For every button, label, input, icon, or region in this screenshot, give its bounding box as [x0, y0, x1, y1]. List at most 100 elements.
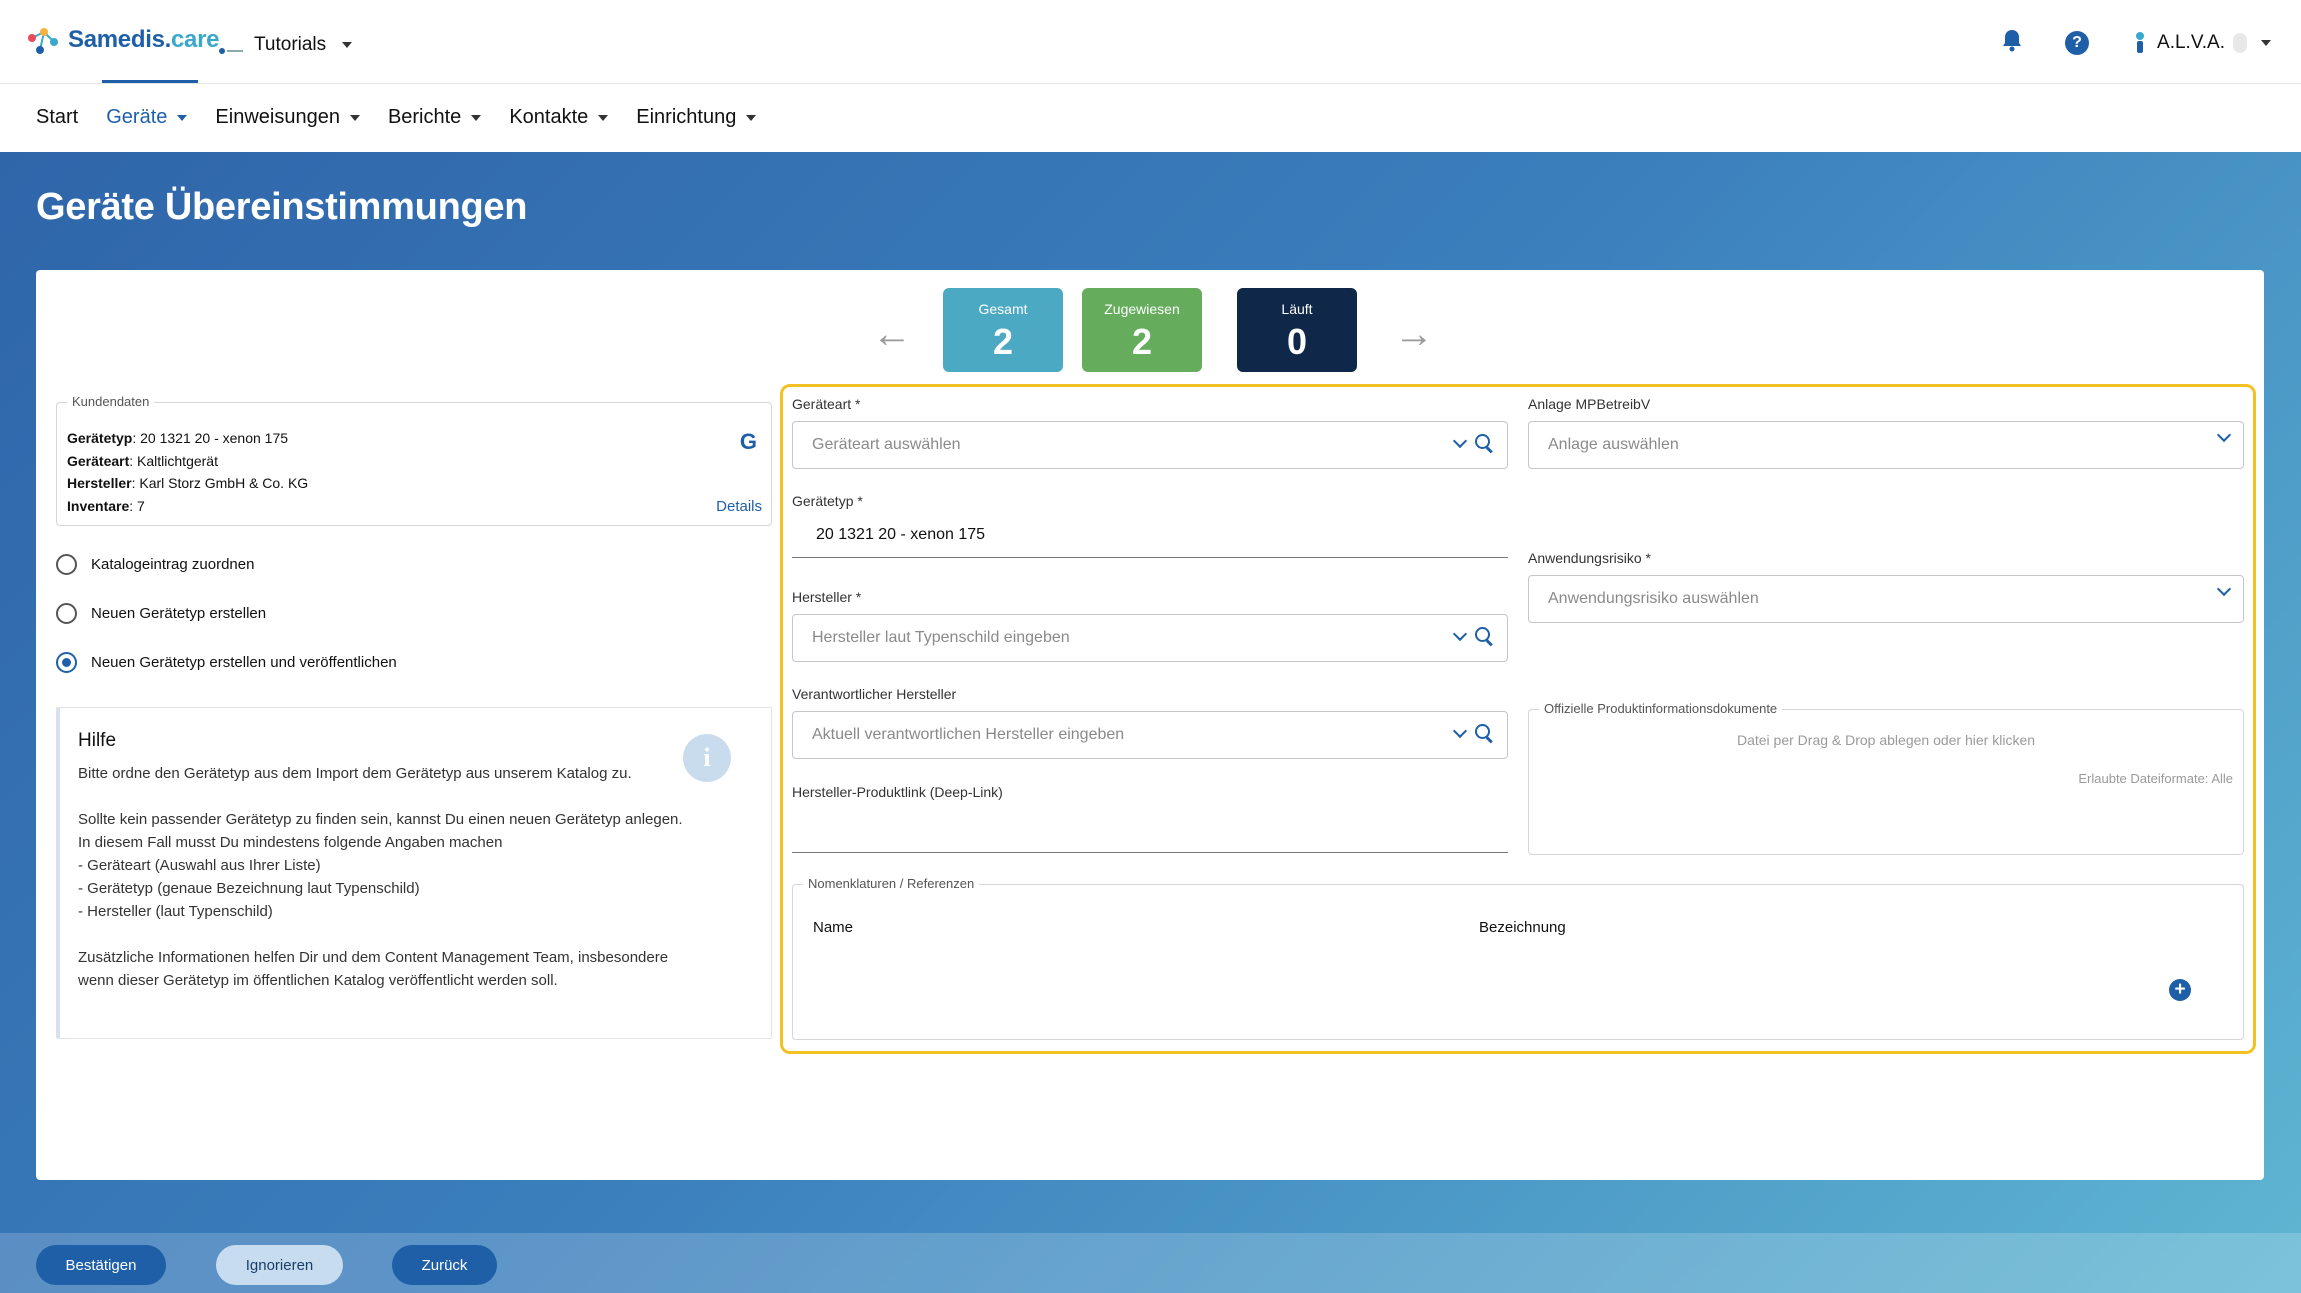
option-create-type[interactable]: Neuen Gerätetyp erstellen	[56, 603, 266, 624]
notifications-bell-icon[interactable]	[2001, 28, 2023, 57]
option-assign-catalog[interactable]: Katalogeintrag zuordnen	[56, 554, 254, 575]
stat-value: 2	[992, 321, 1014, 362]
option-label: Katalogeintrag zuordnen	[91, 556, 255, 573]
customer-data-box: Kundendaten Gerätetyp: 20 1321 20 - xeno…	[56, 394, 772, 526]
main-card: ← Gesamt 2 Zugewiesen 2 Läuft 0 → Kunden…	[36, 270, 2264, 1180]
action-bar: Bestätigen Ignorieren Zurück	[0, 1233, 2301, 1293]
help-title: Hilfe	[78, 730, 117, 751]
customer-manufacturer: Hersteller: Karl Storz GmbH & Co. KG	[67, 472, 308, 495]
chevron-down-icon	[2261, 39, 2271, 46]
help-question-icon[interactable]: ?	[2065, 30, 2090, 55]
active-underline	[102, 80, 198, 83]
column-header-name: Name	[813, 919, 854, 936]
page-title: Geräte Übereinstimmungen	[36, 186, 528, 228]
device-type-form: Geräteart * Geräteart auswählen Gerätety…	[780, 384, 2256, 1054]
user-name: A.L.V.A.	[2157, 31, 2225, 53]
annex-label: Anlage MPBetreibV	[1528, 396, 1651, 412]
field-value: : Kaltlichtgerät	[129, 452, 218, 469]
option-create-publish[interactable]: Neuen Gerätetyp erstellen und veröffentl…	[56, 652, 397, 673]
samedis-logo[interactable]: Samedis.care	[26, 24, 219, 56]
nav-einweisungen[interactable]: Einweisungen	[215, 106, 360, 129]
field-key: Inventare	[67, 497, 130, 514]
risk-select[interactable]: Anwendungsrisiko auswählen	[1528, 575, 2244, 623]
radio-button[interactable]	[56, 554, 77, 575]
dropzone-hint: Datei per Drag & Drop ablegen oder hier …	[1736, 732, 2036, 748]
back-button[interactable]: Zurück	[392, 1245, 497, 1285]
chevron-down-icon[interactable]	[1452, 433, 1468, 449]
ignore-button[interactable]: Ignorieren	[216, 1245, 343, 1285]
chevron-down-icon[interactable]	[1452, 626, 1468, 642]
stat-value: 2	[1131, 321, 1153, 362]
chevron-down-icon	[177, 114, 188, 121]
chevron-down-icon[interactable]	[2216, 581, 2232, 597]
main-navigation: Start Geräte Einweisungen Berichte Konta…	[0, 84, 2301, 152]
field-value: : 20 1321 20 - xenon 175	[132, 430, 289, 446]
nav-berichte[interactable]: Berichte	[387, 106, 482, 129]
placeholder: Aktuell verantwortlichen Hersteller eing…	[812, 726, 1125, 743]
customer-device-kind: Geräteart: Kaltlichtgerät	[67, 450, 308, 473]
stat-label: Läuft	[1281, 301, 1313, 317]
nav-kontakte[interactable]: Kontakte	[509, 106, 609, 129]
nav-label: Einrichtung	[636, 106, 737, 128]
option-label: Neuen Gerätetyp erstellen	[91, 605, 267, 622]
search-icon[interactable]	[1475, 434, 1493, 452]
stats-bar: ← Gesamt 2 Zugewiesen 2 Läuft 0 →	[36, 288, 2264, 374]
stat-value: 0	[1286, 321, 1308, 362]
chevron-down-icon	[598, 114, 609, 121]
field-value: : Karl Storz GmbH & Co. KG	[131, 475, 309, 491]
chevron-down-icon[interactable]	[2216, 427, 2232, 443]
stat-running: Läuft 0	[1237, 288, 1357, 372]
nav-label: Kontakte	[509, 106, 589, 128]
nav-label: Geräte	[106, 106, 168, 128]
responsible-manufacturer-label: Verantwortlicher Hersteller	[792, 686, 957, 702]
radio-button-selected[interactable]	[56, 652, 77, 673]
nav-geraete[interactable]: Geräte	[106, 106, 188, 129]
search-icon[interactable]	[1475, 627, 1493, 645]
add-nomenclature-plus-icon[interactable]: +	[2169, 979, 2191, 1001]
tenant-name: Tutorials	[254, 34, 327, 55]
customer-inventory: Inventare: 7	[67, 495, 308, 518]
manufacturer-label: Hersteller *	[792, 589, 862, 605]
deeplink-input[interactable]	[792, 809, 1508, 853]
manufacturer-input[interactable]: Hersteller laut Typenschild eingeben	[792, 614, 1508, 662]
nav-label: Einweisungen	[215, 106, 340, 128]
chevron-down-icon	[349, 114, 360, 121]
placeholder: Hersteller laut Typenschild eingeben	[812, 629, 1070, 646]
stat-label: Gesamt	[978, 301, 1028, 317]
tenant-selector[interactable]: Tutorials	[218, 34, 353, 56]
stat-label: Zugewiesen	[1104, 301, 1180, 317]
help-box: Hilfe Bitte ordne den Gerätetyp aus dem …	[56, 707, 772, 1039]
confirm-button[interactable]: Bestätigen	[36, 1245, 166, 1285]
help-text: Bitte ordne den Gerätetyp aus dem Import…	[78, 765, 683, 989]
logo-text-main: Samedis.	[68, 26, 171, 53]
field-value: : 7	[129, 497, 145, 514]
field-key: Gerätetyp	[67, 430, 133, 446]
google-search-icon[interactable]: G	[740, 429, 757, 455]
placeholder: Anwendungsrisiko auswählen	[1548, 590, 1759, 607]
info-icon: i	[683, 734, 731, 782]
annex-select[interactable]: Anlage auswählen	[1528, 421, 2244, 469]
customer-data-legend: Kundendaten	[67, 394, 155, 409]
radio-button[interactable]	[56, 603, 77, 624]
risk-label: Anwendungsrisiko *	[1528, 550, 1651, 566]
documents-dropzone[interactable]: Offizielle Produktinformationsdokumente …	[1528, 701, 2244, 855]
user-menu[interactable]: A.L.V.A.	[2131, 31, 2271, 55]
nav-label: Berichte	[387, 106, 462, 128]
field-key: Hersteller	[67, 475, 132, 491]
responsible-manufacturer-input[interactable]: Aktuell verantwortlichen Hersteller eing…	[792, 711, 1508, 759]
input-value: 20 1321 20 - xenon 175	[816, 526, 986, 543]
nav-start[interactable]: Start	[36, 106, 78, 129]
stat-assigned: Zugewiesen 2	[1082, 288, 1202, 372]
arrow-left-icon[interactable]: ←	[872, 312, 912, 357]
device-kind-select[interactable]: Geräteart auswählen	[792, 421, 1508, 469]
device-type-input[interactable]: 20 1321 20 - xenon 175	[792, 514, 1508, 558]
nav-einrichtung[interactable]: Einrichtung	[636, 106, 757, 129]
nomenclature-legend: Nomenklaturen / Referenzen	[803, 876, 980, 891]
option-label: Neuen Gerätetyp erstellen und veröffentl…	[91, 654, 397, 671]
details-link[interactable]: Details	[716, 498, 762, 515]
deeplink-label: Hersteller-Produktlink (Deep-Link)	[792, 784, 1003, 800]
tenant-logo-icon	[218, 40, 244, 54]
chevron-down-icon[interactable]	[1452, 723, 1468, 739]
search-icon[interactable]	[1475, 724, 1493, 742]
arrow-right-icon[interactable]: →	[1394, 312, 1434, 357]
